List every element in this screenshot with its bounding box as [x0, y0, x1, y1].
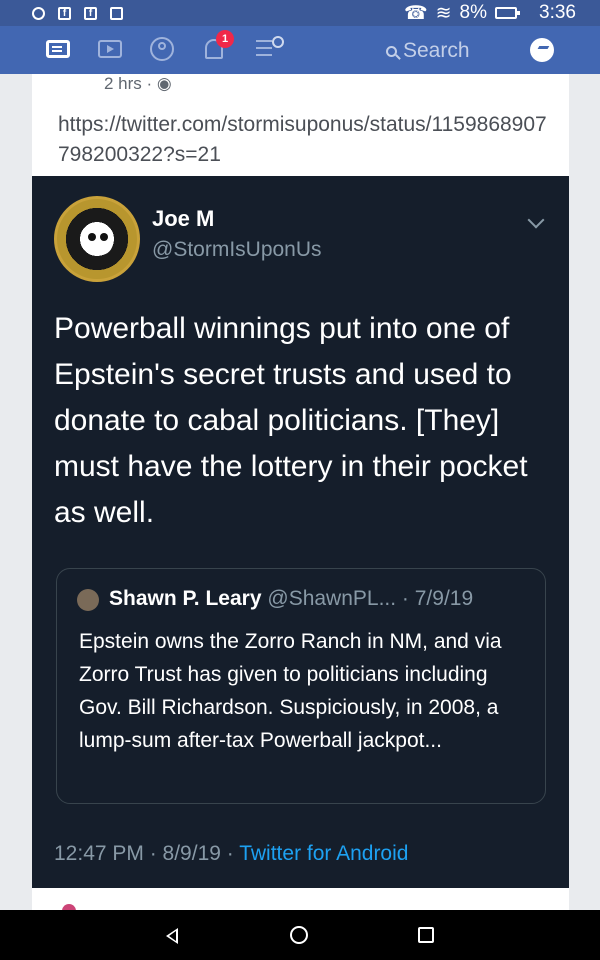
tweet-footer: 12:47 PM · 8/9/19 · Twitter for Android: [54, 842, 408, 866]
tweet-screenshot[interactable]: Joe M @StormIsUponUs Powerball winnings …: [32, 176, 569, 888]
messenger-icon[interactable]: [530, 38, 554, 62]
quoted-header: Shawn P. Leary @ShawnPL... · 7/9/19: [109, 587, 473, 611]
settings-icon: [32, 6, 45, 20]
video-icon[interactable]: [96, 35, 124, 63]
post-timestamp[interactable]: 2 hrs · ◉: [104, 74, 172, 94]
image-icon: [110, 6, 123, 20]
tweet-author-handle: @StormIsUponUs: [152, 238, 322, 261]
home-icon[interactable]: [290, 926, 308, 944]
status-bar: f f ☎ ≋ 8% 3:36: [0, 0, 600, 26]
quoted-handle-date: @ShawnPL... · 7/9/19: [267, 587, 474, 610]
tweet-timestamp: 12:47 PM · 8/9/19 ·: [54, 842, 240, 865]
battery-percent: 8%: [459, 2, 488, 23]
news-feed-icon[interactable]: [44, 35, 72, 63]
quoted-avatar: [77, 589, 99, 611]
facebook-nav-bar: Search: [0, 26, 600, 74]
clock: 3:36: [539, 2, 576, 23]
android-nav-bar: [0, 910, 600, 960]
tweet-text: Powerball winnings put into one of Epste…: [54, 312, 528, 529]
battery-icon: [495, 7, 521, 19]
next-post-partial: [32, 888, 569, 910]
search-icon: [386, 45, 397, 57]
friends-icon[interactable]: [148, 35, 176, 63]
chevron-down-icon: [527, 211, 545, 229]
facebook-icon: f: [58, 6, 71, 20]
quoted-text: Epstein owns the Zorro Ranch in NM, and …: [79, 630, 502, 752]
avatar: [54, 196, 140, 282]
notification-badge: 1: [216, 30, 234, 48]
globe-icon: ◉: [156, 74, 172, 93]
menu-icon[interactable]: [252, 35, 284, 63]
search-label: Search: [403, 39, 470, 62]
quoted-tweet: Shawn P. Leary @ShawnPL... · 7/9/19 Epst…: [56, 568, 546, 804]
back-icon[interactable]: [166, 928, 178, 944]
tweet-author-name: Joe M: [152, 206, 215, 231]
recent-apps-icon[interactable]: [418, 927, 434, 943]
search-button[interactable]: Search: [386, 38, 511, 64]
phone-icon: ☎: [403, 2, 428, 24]
wifi-icon: ≋: [435, 2, 452, 24]
quoted-author-name: Shawn P. Leary: [109, 587, 262, 610]
facebook-icon: f: [84, 6, 97, 20]
post-link[interactable]: https://twitter.com/stormisuponus/status…: [58, 110, 558, 170]
tweet-source: Twitter for Android: [239, 842, 409, 865]
